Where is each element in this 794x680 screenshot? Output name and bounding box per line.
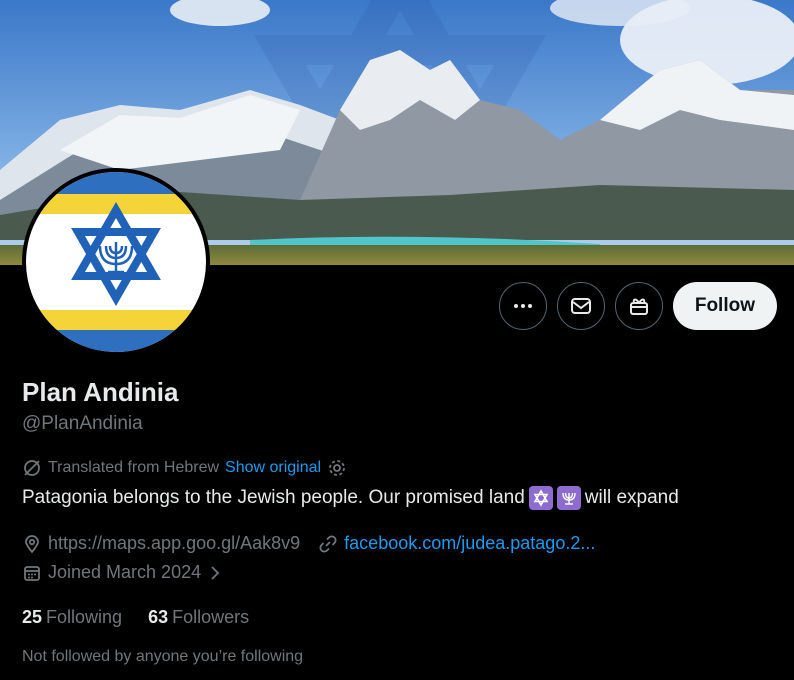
website-item: facebook.com/judea.patago.2...: [318, 533, 595, 554]
following-stat[interactable]: 25 Following: [22, 607, 122, 628]
followers-label: Followers: [172, 607, 250, 627]
show-original-link[interactable]: Show original: [225, 459, 321, 477]
bio-text: Patagonia belongs to the Jewish people. …: [22, 487, 525, 508]
location-item: https://maps.app.goo.gl/Aak8v9: [22, 533, 300, 554]
profile-handle: @PlanAndinia: [22, 413, 143, 434]
joined-item[interactable]: Joined March 2024: [22, 562, 223, 583]
joined-text: Joined March 2024: [48, 562, 202, 582]
translate-icon: [24, 460, 40, 476]
website-link[interactable]: facebook.com/judea.patago.2...: [344, 533, 595, 554]
followers-count: 63: [148, 607, 169, 627]
joined-row[interactable]: Joined March 2024: [22, 562, 223, 583]
star-of-david-emoji-icon: [528, 486, 553, 510]
profile-avatar[interactable]: [22, 168, 210, 356]
bio-suffix: will expand: [584, 487, 679, 508]
display-name: Plan Andinia: [22, 377, 179, 407]
followers-stat[interactable]: 63 Followers: [148, 607, 249, 628]
calendar-icon: [24, 565, 40, 581]
link-icon: [319, 534, 337, 553]
chevron-right-icon: [211, 565, 220, 580]
following-label: Following: [46, 607, 123, 627]
more-button[interactable]: [498, 282, 547, 330]
flag-avatar-image: [26, 172, 206, 352]
profile-actions: Follow: [498, 282, 777, 330]
menorah-emoji-icon: [556, 486, 581, 510]
gift-button[interactable]: [614, 282, 663, 330]
location-text: https://maps.app.goo.gl/Aak8v9: [48, 533, 301, 553]
profile-meta-row: https://maps.app.goo.gl/Aak8v9 facebook.…: [22, 533, 595, 554]
followed-by-note: Not followed by anyone you’re following: [22, 648, 304, 665]
envelope-icon: [570, 298, 591, 314]
translation-note: Translated from Hebrew Show original: [22, 458, 347, 478]
gift-icon: [629, 298, 648, 315]
following-count: 25: [22, 607, 43, 627]
settings-gear-icon[interactable]: [327, 458, 347, 478]
profile-bio: Patagonia belongs to the Jewish people. …: [22, 486, 679, 510]
location-pin-icon: [25, 534, 39, 553]
follow-stats: 25 Following 63 Followers: [22, 607, 249, 628]
translated-label: Translated from Hebrew: [48, 459, 220, 476]
message-button[interactable]: [556, 282, 605, 330]
follow-button[interactable]: Follow: [672, 282, 777, 330]
more-icon: [513, 304, 532, 308]
